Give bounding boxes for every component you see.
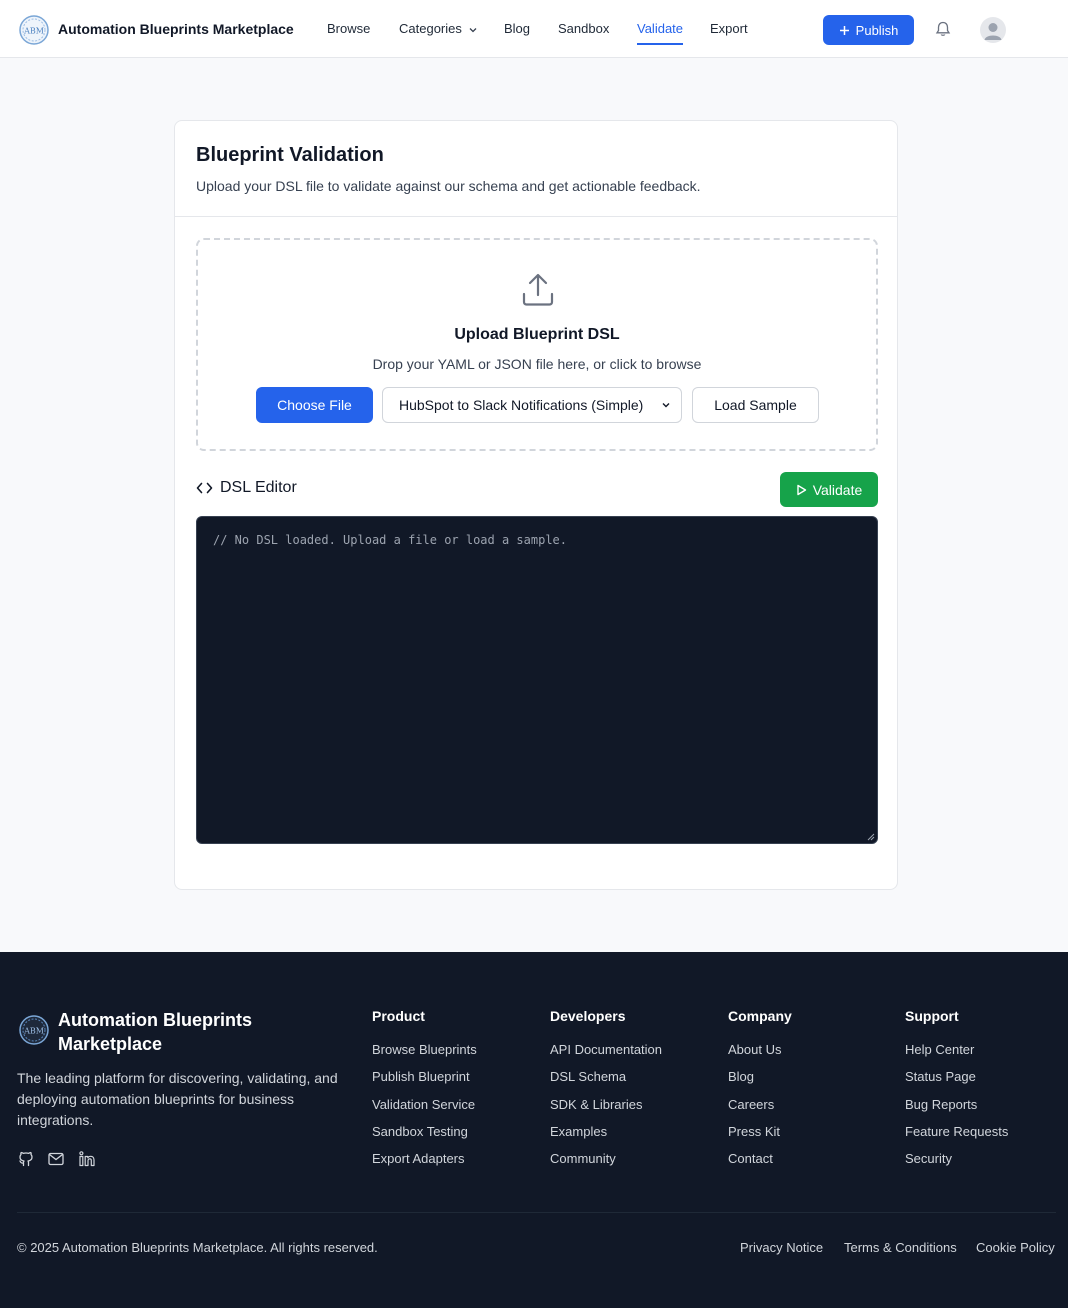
bell-icon[interactable] [934,20,952,38]
footer-link-cookies[interactable]: Cookie Policy [976,1240,1055,1255]
site-footer: ABM Automation Blueprints Marketplace Th… [0,952,1068,1308]
footer-col-company: Company About Us Blog Careers Press Kit … [728,1008,792,1178]
page-subtitle: Upload your DSL file to validate against… [196,178,701,194]
footer-link-help-center[interactable]: Help Center [905,1042,1008,1069]
nav-categories-label: Categories [399,21,462,36]
footer-link-contact[interactable]: Contact [728,1151,792,1178]
footer-description: The leading platform for discovering, va… [17,1070,338,1128]
footer-link-blog[interactable]: Blog [728,1069,792,1096]
footer-link-community[interactable]: Community [550,1151,662,1178]
choose-file-button[interactable]: Choose File [256,387,373,423]
footer-link-validation-service[interactable]: Validation Service [372,1097,477,1124]
code-icon [196,482,213,494]
chevron-down-icon [662,403,670,408]
editor-placeholder: // No DSL loaded. Upload a file or load … [213,533,568,547]
footer-brand: Automation Blueprints Marketplace [58,1010,252,1054]
footer-col-product: Product Browse Blueprints Publish Bluepr… [372,1008,477,1178]
nav-export[interactable]: Export [710,21,748,36]
resize-grip-icon[interactable] [867,833,875,841]
footer-link-terms[interactable]: Terms & Conditions [844,1240,957,1255]
footer-link-security[interactable]: Security [905,1151,1008,1178]
footer-link-feature-requests[interactable]: Feature Requests [905,1124,1008,1151]
user-avatar[interactable] [980,17,1006,43]
plus-icon [839,25,849,35]
upload-dropzone[interactable]: Upload Blueprint DSL Drop your YAML or J… [196,238,878,451]
load-sample-button[interactable]: Load Sample [692,387,819,423]
footer-divider [17,1212,1056,1213]
footer-link-dsl-schema[interactable]: DSL Schema [550,1069,662,1096]
svg-text:ABM: ABM [23,27,44,36]
publish-button[interactable]: Publish [823,15,914,45]
user-avatar-icon [984,23,1002,40]
footer-link-export-adapters[interactable]: Export Adapters [372,1151,477,1178]
nav-categories[interactable]: Categories [399,21,478,36]
play-icon [797,484,806,495]
nav-validate[interactable]: Validate [637,21,683,36]
dropzone-title: Upload Blueprint DSL [454,326,620,343]
footer-col-developers: Developers API Documentation DSL Schema … [550,1008,662,1178]
footer-link-bug-reports[interactable]: Bug Reports [905,1097,1008,1124]
footer-link-sdk-libraries[interactable]: SDK & Libraries [550,1097,662,1124]
dsl-editor-heading: DSL Editor [196,479,297,497]
top-navbar: ABM Automation Blueprints Marketplace Br… [0,0,1068,58]
nav-blog[interactable]: Blog [504,21,530,36]
sample-select-value: HubSpot to Slack Notifications (Simple) [399,397,644,413]
footer-col-title: Product [372,1008,425,1024]
footer-link-publish-blueprint[interactable]: Publish Blueprint [372,1069,477,1096]
card-header: Blueprint Validation Upload your DSL fil… [175,121,897,217]
github-icon[interactable] [17,1150,35,1168]
footer-col-title: Company [728,1008,792,1024]
footer-link-privacy[interactable]: Privacy Notice [740,1240,823,1255]
footer-link-status-page[interactable]: Status Page [905,1069,1008,1096]
dropzone-subtitle: Drop your YAML or JSON file here, or cli… [372,356,702,372]
validation-card: Blueprint Validation Upload your DSL fil… [174,120,898,890]
publish-label: Publish [855,22,899,38]
nav-browse[interactable]: Browse [327,21,370,36]
footer-col-support: Support Help Center Status Page Bug Repo… [905,1008,1008,1178]
footer-copyright: © 2025 Automation Blueprints Marketplace… [17,1240,378,1255]
upload-icon [522,273,554,306]
brand-name[interactable]: Automation Blueprints Marketplace [58,21,294,37]
footer-link-browse-blueprints[interactable]: Browse Blueprints [372,1042,477,1069]
validate-button[interactable]: Validate [780,472,878,507]
dsl-editor-label: DSL Editor [220,479,297,496]
footer-link-press-kit[interactable]: Press Kit [728,1124,792,1151]
active-nav-indicator [637,43,683,45]
abm-logo-icon[interactable]: ABM [18,14,50,46]
page-title: Blueprint Validation [196,144,384,166]
nav-sandbox[interactable]: Sandbox [558,21,609,36]
chevron-down-icon [469,27,476,32]
footer-col-title: Developers [550,1008,626,1024]
svg-text:ABM: ABM [23,1027,44,1036]
footer-link-examples[interactable]: Examples [550,1124,662,1151]
linkedin-icon[interactable] [78,1150,96,1168]
footer-link-api-documentation[interactable]: API Documentation [550,1042,662,1069]
footer-link-careers[interactable]: Careers [728,1097,792,1124]
footer-col-title: Support [905,1008,959,1024]
sample-select[interactable]: HubSpot to Slack Notifications (Simple) [382,387,682,423]
abm-logo-icon[interactable]: ABM [18,1014,50,1046]
mail-icon[interactable] [47,1150,65,1168]
validate-label: Validate [812,481,863,498]
footer-link-about-us[interactable]: About Us [728,1042,792,1069]
footer-link-sandbox-testing[interactable]: Sandbox Testing [372,1124,477,1151]
dsl-editor-textarea[interactable]: // No DSL loaded. Upload a file or load … [196,516,878,844]
